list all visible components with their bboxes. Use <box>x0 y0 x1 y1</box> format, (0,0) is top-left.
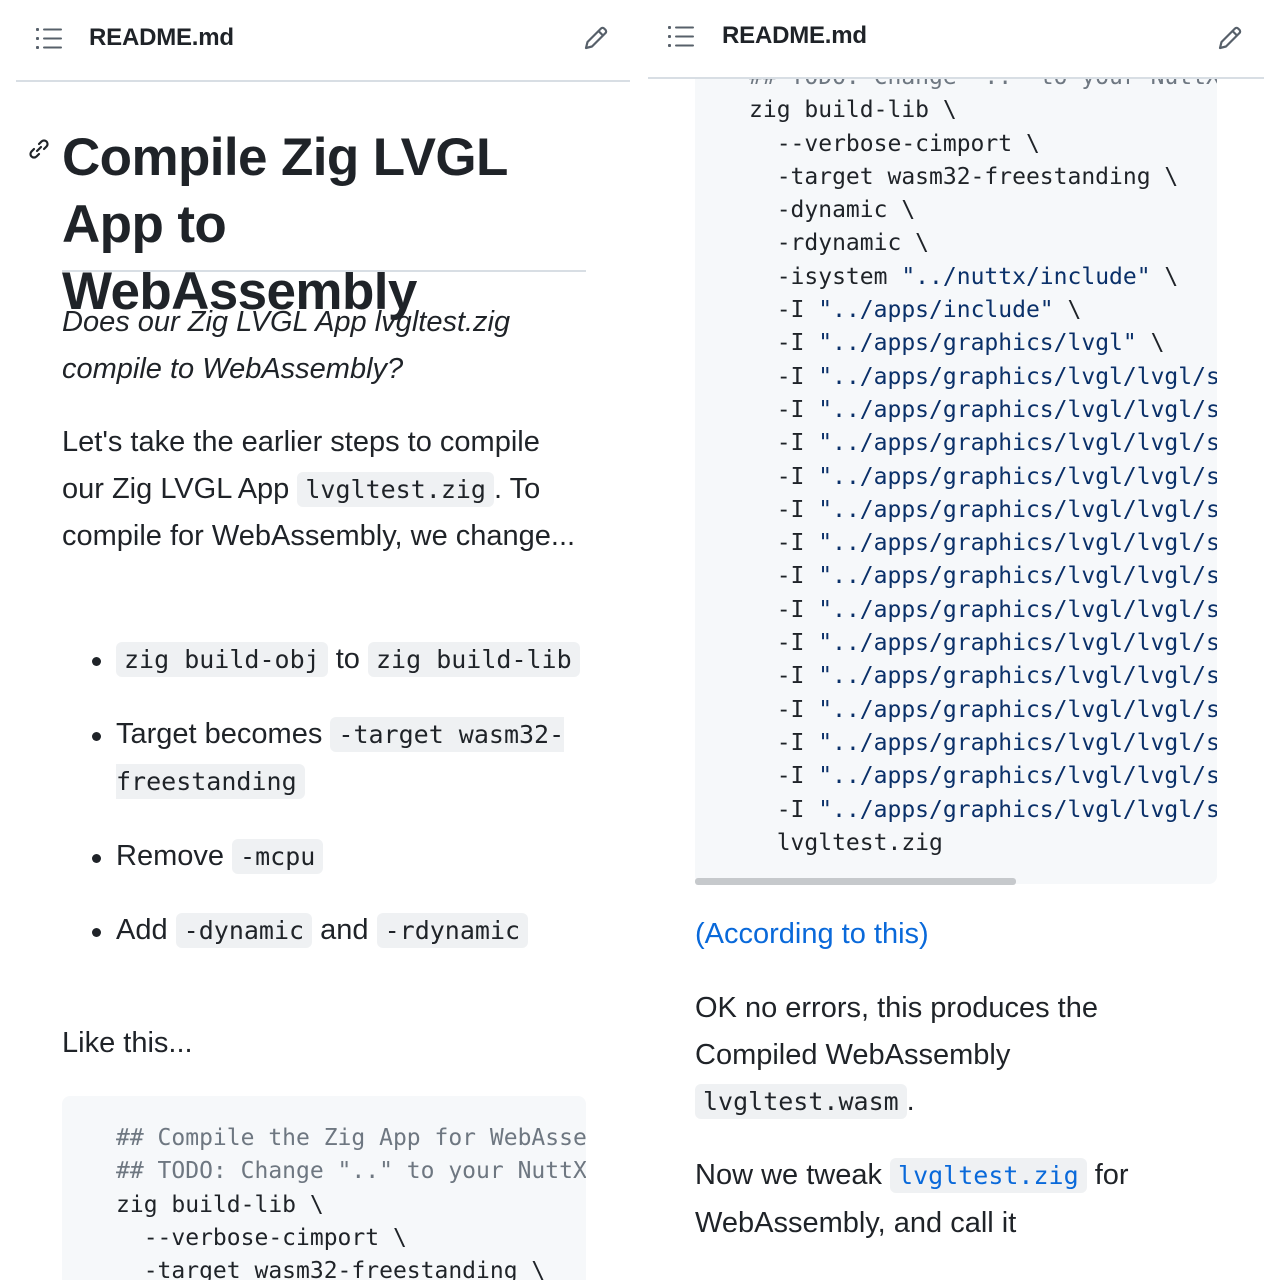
list-item: Target becomes -target wasm32-freestandi… <box>92 711 586 806</box>
list-text: Remove <box>116 839 233 872</box>
code-block[interactable]: ## Compile the Zig App for WebAssem ## T… <box>62 1096 586 1280</box>
code-string: "../apps/graphics/lvgl" <box>818 330 1137 357</box>
code-line: -target wasm32-freestanding \ <box>749 163 1179 190</box>
tweak-paragraph: Now we tweak lvgltest.zig for WebAssembl… <box>695 1152 1219 1246</box>
code-link[interactable]: lvgltest.zig <box>890 1158 1087 1193</box>
heading-divider <box>62 270 586 272</box>
inline-code: -dynamic <box>175 913 313 948</box>
code-line: -I "../apps/graphics/lvgl/lvgl/sr <box>749 530 1217 556</box>
code-line: -I "../apps/graphics/lvgl/lvgl/sr <box>749 663 1217 689</box>
list-item: zig build-obj to zig build-lib <box>92 636 586 684</box>
code-line: --verbose-cimport \ <box>749 130 1040 157</box>
code-line: -I "../apps/graphics/lvgl/lvgl/sr <box>749 464 1217 490</box>
change-list: zig build-obj to zig build-lib Target be… <box>92 636 586 982</box>
code-line: lvgltest.zig <box>749 829 943 856</box>
code-lines: ## TODO: Change ".." to your NuttX zig b… <box>749 61 1217 860</box>
inline-code: lvgltest.zig <box>297 471 494 507</box>
inline-code: zig build-lib <box>367 642 580 677</box>
code-line: -I "../apps/include" \ <box>749 297 1082 324</box>
outline-list-icon[interactable] <box>36 26 62 52</box>
code-line: -I "../apps/graphics/lvgl/lvgl/sr <box>749 763 1217 789</box>
code-string: "../apps/graphics/lvgl/lvgl/sr <box>818 596 1217 623</box>
code-line: -target wasm32-freestanding \ <box>116 1258 546 1280</box>
according-link[interactable]: (According to this) <box>695 918 929 950</box>
code-string: "../apps/graphics/lvgl/lvgl/sr <box>818 430 1217 457</box>
link-anchor-icon[interactable] <box>26 136 52 162</box>
code-line: -I "../apps/graphics/lvgl/lvgl/sr <box>749 397 1217 423</box>
code-line: -I "../apps/graphics/lvgl/lvgl/sr <box>749 697 1217 723</box>
outline-list-icon[interactable] <box>668 24 694 50</box>
code-string: "../apps/graphics/lvgl/lvgl/sr <box>818 630 1217 657</box>
list-text: to <box>327 643 368 675</box>
inline-code: -mcpu <box>232 838 324 874</box>
code-line: -I "../apps/graphics/lvgl" \ <box>749 330 1165 357</box>
code-horizontal-scrollbar[interactable] <box>695 878 1016 885</box>
code-line: zig build-lib \ <box>116 1191 324 1218</box>
code-line: -rdynamic \ <box>749 230 930 257</box>
according-paragraph: (According to this) <box>695 911 1219 958</box>
file-name: README.md <box>722 22 867 49</box>
inline-code: lvgltest.wasm <box>695 1084 907 1119</box>
code-line: -I "../apps/graphics/lvgl/lvgl/sr <box>749 597 1217 623</box>
edit-pencil-icon[interactable] <box>582 24 610 52</box>
code-line: -I "../apps/graphics/lvgl/lvgl/sr <box>749 730 1217 756</box>
code-line: -I "../apps/graphics/lvgl/lvgl/sr <box>749 797 1217 823</box>
inline-code: lvgltest.zig <box>890 1158 1087 1193</box>
right-pane: ## TODO: Change ".." to your NuttX zig b… <box>648 0 1280 1280</box>
para-text: . <box>906 1085 915 1117</box>
left-pane: README.md Compile Zig LVGL App to WebAss… <box>0 0 640 1280</box>
list-text: Target becomes <box>116 717 331 750</box>
code-line: -I "../apps/graphics/lvgl/lvgl/sr <box>749 497 1217 523</box>
code-line: -dynamic \ <box>749 197 916 224</box>
code-line: -I "../apps/graphics/lvgl/lvgl/sr <box>749 563 1217 589</box>
file-header: README.md <box>648 0 1264 79</box>
inline-code: zig build-obj <box>116 642 328 677</box>
code-string: "../apps/graphics/lvgl/lvgl/sr <box>818 796 1217 823</box>
code-string: "../apps/graphics/lvgl/lvgl/sr <box>818 530 1217 557</box>
file-name: README.md <box>89 24 234 51</box>
code-line: -I "../apps/graphics/lvgl/lvgl/sr <box>749 430 1217 456</box>
list-item: Add -dynamic and -rdynamic <box>92 907 586 955</box>
code-string: "../apps/include" <box>818 297 1054 324</box>
edit-pencil-icon[interactable] <box>1216 24 1244 52</box>
code-line: --verbose-cimport \ <box>116 1224 407 1251</box>
code-lines: ## Compile the Zig App for WebAssem ## T… <box>116 1122 586 1280</box>
page-heading: Compile Zig LVGL App to WebAssembly <box>62 128 507 321</box>
code-string: "../apps/graphics/lvgl/lvgl/sr <box>818 663 1217 690</box>
code-line: ## TODO: Change ".." to your NuttX <box>116 1158 586 1185</box>
list-item: Remove -mcpu <box>92 833 586 881</box>
code-string: "../apps/graphics/lvgl/lvgl/sr <box>818 463 1217 490</box>
code-line: ## Compile the Zig App for WebAssem <box>116 1125 586 1151</box>
list-text: Add <box>116 914 176 946</box>
code-line: -isystem "../nuttx/include" \ <box>749 263 1179 290</box>
code-line: -I "../apps/graphics/lvgl/lvgl/sr <box>749 364 1217 390</box>
intro-paragraph: Let's take the earlier steps to compile … <box>62 419 586 560</box>
file-header: README.md <box>16 0 630 82</box>
list-text: and <box>312 914 377 946</box>
para-text: OK no errors, this produces the Compiled… <box>695 992 1098 1071</box>
code-string: "../apps/graphics/lvgl/lvgl/sr <box>818 396 1217 423</box>
code-string: "../apps/graphics/lvgl/lvgl/sr <box>818 563 1217 590</box>
code-line: -I "../apps/graphics/lvgl/lvgl/sr <box>749 630 1217 656</box>
para-text: Now we tweak <box>695 1159 891 1191</box>
inline-code: -rdynamic <box>376 913 529 948</box>
code-string: "../apps/graphics/lvgl/lvgl/sr <box>818 729 1217 756</box>
code-string: "../nuttx/include" <box>901 263 1151 290</box>
intro-question: Does our Zig LVGL App lvgltest.zig compi… <box>62 306 511 385</box>
code-string: "../apps/graphics/lvgl/lvgl/sr <box>818 496 1217 523</box>
code-string: "../apps/graphics/lvgl/lvgl/sr <box>818 696 1217 723</box>
code-block[interactable]: ## TODO: Change ".." to your NuttX zig b… <box>695 0 1217 884</box>
ok-paragraph: OK no errors, this produces the Compiled… <box>695 985 1219 1126</box>
like-this-text: Like this... <box>62 1027 193 1059</box>
code-string: "../apps/graphics/lvgl/lvgl/sr <box>818 363 1217 390</box>
code-string: "../apps/graphics/lvgl/lvgl/sr <box>818 763 1217 790</box>
code-line: zig build-lib \ <box>749 97 957 124</box>
